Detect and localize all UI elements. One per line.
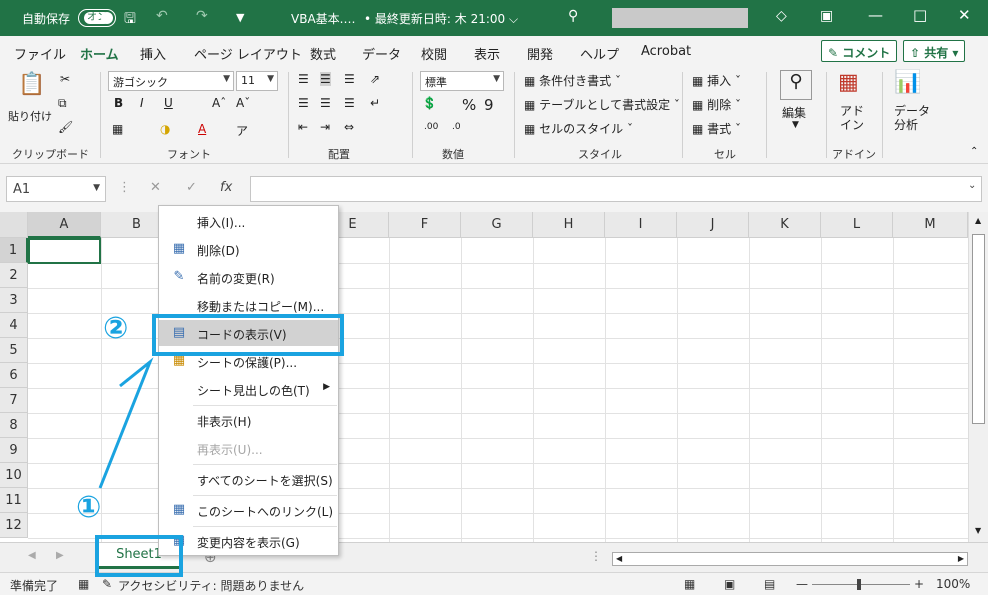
- annotation-number-one: ①: [76, 490, 102, 525]
- annotation-arrow: [98, 357, 154, 489]
- annotation-number-two: ②: [103, 311, 129, 346]
